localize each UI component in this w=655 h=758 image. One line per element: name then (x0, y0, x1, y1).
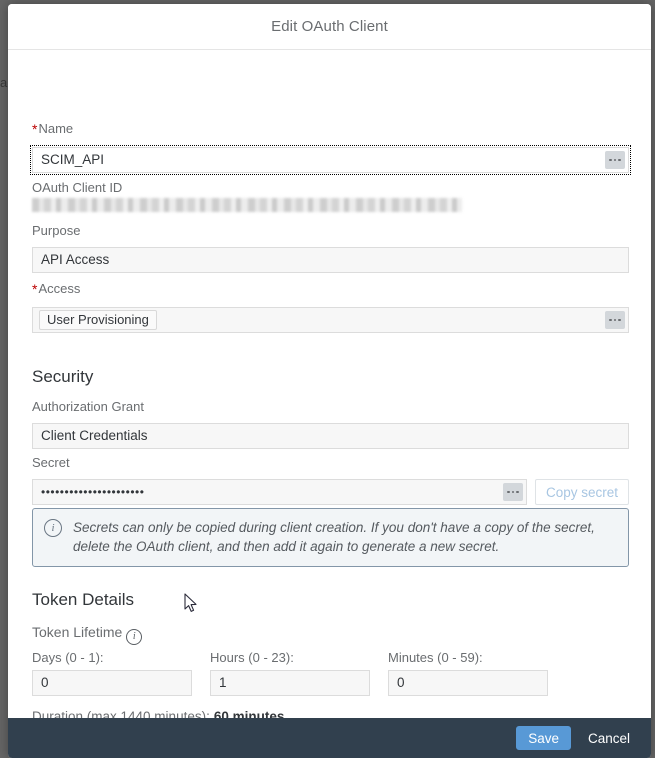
purpose-input-value: API Access (41, 252, 110, 267)
minutes-field-group: Minutes (0 - 59): 0 (388, 651, 548, 696)
days-input-value: 0 (41, 675, 49, 690)
minutes-label: Minutes (0 - 59): (388, 650, 483, 665)
save-button[interactable]: Save (516, 726, 571, 750)
secret-message-text: Secrets can only be copied during client… (73, 520, 595, 554)
access-multiinput[interactable]: User Provisioning (32, 307, 629, 333)
ellipsis-icon[interactable] (605, 151, 625, 169)
name-input-value: SCIM_API (41, 152, 105, 167)
hours-input[interactable]: 1 (210, 670, 370, 696)
token-details-section-title: Token Details (32, 590, 134, 610)
dot (507, 490, 510, 494)
secret-message-strip: i Secrets can only be copied during clie… (32, 508, 629, 567)
days-input[interactable]: 0 (32, 670, 192, 696)
dot (618, 158, 621, 162)
days-field-group: Days (0 - 1): 0 (32, 651, 192, 696)
access-label: *Access (32, 281, 629, 297)
dot (516, 490, 519, 494)
dot (613, 318, 617, 322)
token-lifetime-inputs: Days (0 - 1): 0 Hours (0 - 23): 1 Minute… (32, 651, 548, 696)
dot (613, 158, 617, 162)
dialog-body: *Name SCIM_API OAuth Client ID Purpose A… (8, 50, 651, 718)
hours-label: Hours (0 - 23): (210, 650, 294, 665)
cancel-button[interactable]: Cancel (579, 726, 639, 750)
secret-row: •••••••••••••••••••••• Copy secret (32, 479, 629, 505)
authorization-grant-group: Authorization Grant Client Credentials (32, 400, 629, 449)
authorization-grant-value: Client Credentials (41, 428, 148, 443)
minutes-input-value: 0 (397, 675, 405, 690)
required-asterisk: * (32, 281, 38, 297)
hours-field-group: Hours (0 - 23): 1 (210, 651, 370, 696)
minutes-input[interactable]: 0 (388, 670, 548, 696)
dot (511, 490, 515, 494)
edit-oauth-client-dialog: Edit OAuth Client *Name SCIM_API OAuth C… (8, 4, 651, 758)
access-label-text: Access (38, 281, 81, 296)
dot (609, 158, 612, 162)
purpose-label: Purpose (32, 223, 81, 238)
client-id-group: OAuth Client ID (32, 181, 629, 212)
ellipsis-icon[interactable] (605, 311, 625, 329)
backdrop-peek-text: a (0, 76, 8, 89)
name-input[interactable]: SCIM_API (30, 145, 631, 175)
copy-secret-button[interactable]: Copy secret (534, 479, 629, 505)
duration-value: 60 minutes (213, 709, 285, 718)
info-icon[interactable]: i (126, 629, 143, 645)
secret-label: Secret (32, 455, 70, 470)
dialog-header: Edit OAuth Client (8, 4, 651, 50)
access-token[interactable]: User Provisioning (39, 310, 157, 330)
security-section-title: Security (32, 367, 93, 387)
page-title: Edit OAuth Client (271, 18, 388, 35)
token-lifetime-label-row: Token Lifetime i (32, 624, 143, 645)
dialog-footer: Save Cancel (8, 718, 651, 758)
authorization-grant-label: Authorization Grant (32, 399, 145, 414)
mouse-cursor (184, 593, 197, 612)
access-field-group: *Access User Provisioning (32, 282, 629, 333)
client-id-label: OAuth Client ID (32, 180, 123, 195)
ellipsis-icon[interactable] (502, 483, 523, 501)
name-label-text: Name (38, 121, 74, 136)
duration-line: Duration (max 1440 minutes): 60 minutes (32, 709, 284, 718)
authorization-grant-input[interactable]: Client Credentials (32, 423, 629, 449)
client-id-redacted-value (32, 198, 462, 212)
security-heading: Security (32, 367, 94, 386)
secret-input-value: •••••••••••••••••••••• (41, 485, 145, 499)
info-icon: i (44, 519, 62, 537)
purpose-field-group: Purpose API Access (32, 224, 629, 273)
required-asterisk: * (32, 121, 38, 137)
purpose-input[interactable]: API Access (32, 247, 629, 273)
token-lifetime-label: Token Lifetime (32, 624, 123, 640)
days-label: Days (0 - 1): (32, 650, 104, 665)
hours-input-value: 1 (219, 675, 227, 690)
duration-label: Duration (max 1440 minutes): (32, 709, 210, 718)
dot (609, 318, 612, 322)
name-field-group: *Name SCIM_API (30, 121, 631, 175)
dot (618, 318, 621, 322)
secret-group: Secret •••••••••••••••••••••• Copy secre… (32, 456, 629, 505)
name-label: *Name (32, 121, 629, 137)
secret-input[interactable]: •••••••••••••••••••••• (32, 479, 527, 505)
token-details-heading: Token Details (32, 590, 135, 609)
